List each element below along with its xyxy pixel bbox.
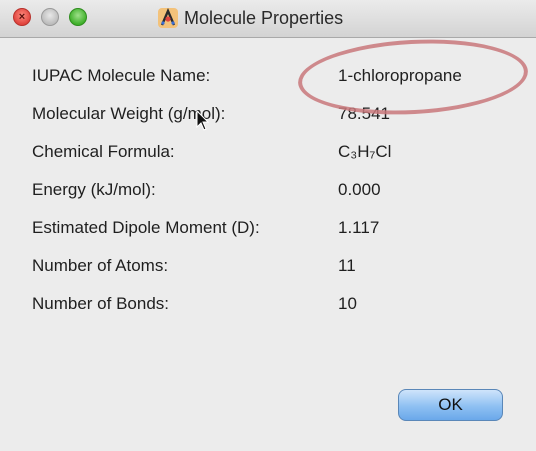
property-row-dipole-moment: Estimated Dipole Moment (D): 1.117 xyxy=(32,214,512,246)
property-value: C₃H₇Cl xyxy=(338,142,392,161)
property-row-number-of-bonds: Number of Bonds: 10 xyxy=(32,290,512,322)
property-label: Estimated Dipole Moment (D): xyxy=(32,218,260,237)
zoom-window-button[interactable] xyxy=(69,8,87,26)
property-value: 11 xyxy=(338,256,356,275)
property-value: 10 xyxy=(338,294,357,313)
property-row-energy: Energy (kJ/mol): 0.000 xyxy=(32,176,512,208)
close-x-icon: × xyxy=(18,11,26,23)
window-title: Molecule Properties xyxy=(184,8,344,28)
property-value: 0.000 xyxy=(338,180,381,199)
title-bar[interactable]: × Molecule Properties xyxy=(0,0,536,38)
property-row-chemical-formula: Chemical Formula: C₃H₇Cl xyxy=(32,138,512,170)
ok-button[interactable]: OK xyxy=(398,389,503,421)
property-value: 1.117 xyxy=(338,218,380,237)
property-label: Number of Atoms: xyxy=(32,256,169,275)
close-window-button[interactable]: × xyxy=(13,8,31,26)
property-row-number-of-atoms: Number of Atoms: 11 xyxy=(32,252,512,284)
property-label: IUPAC Molecule Name: xyxy=(32,66,211,85)
avogadro-app-icon xyxy=(158,7,178,28)
molecule-properties-window: × Molecule Properties IUPAC Molecule Nam… xyxy=(0,0,536,451)
property-label: Number of Bonds: xyxy=(32,294,170,313)
property-label: Energy (kJ/mol): xyxy=(32,180,156,199)
minimize-window-button[interactable] xyxy=(41,8,59,26)
mouse-cursor-icon xyxy=(196,110,210,131)
property-label: Chemical Formula: xyxy=(32,142,175,161)
